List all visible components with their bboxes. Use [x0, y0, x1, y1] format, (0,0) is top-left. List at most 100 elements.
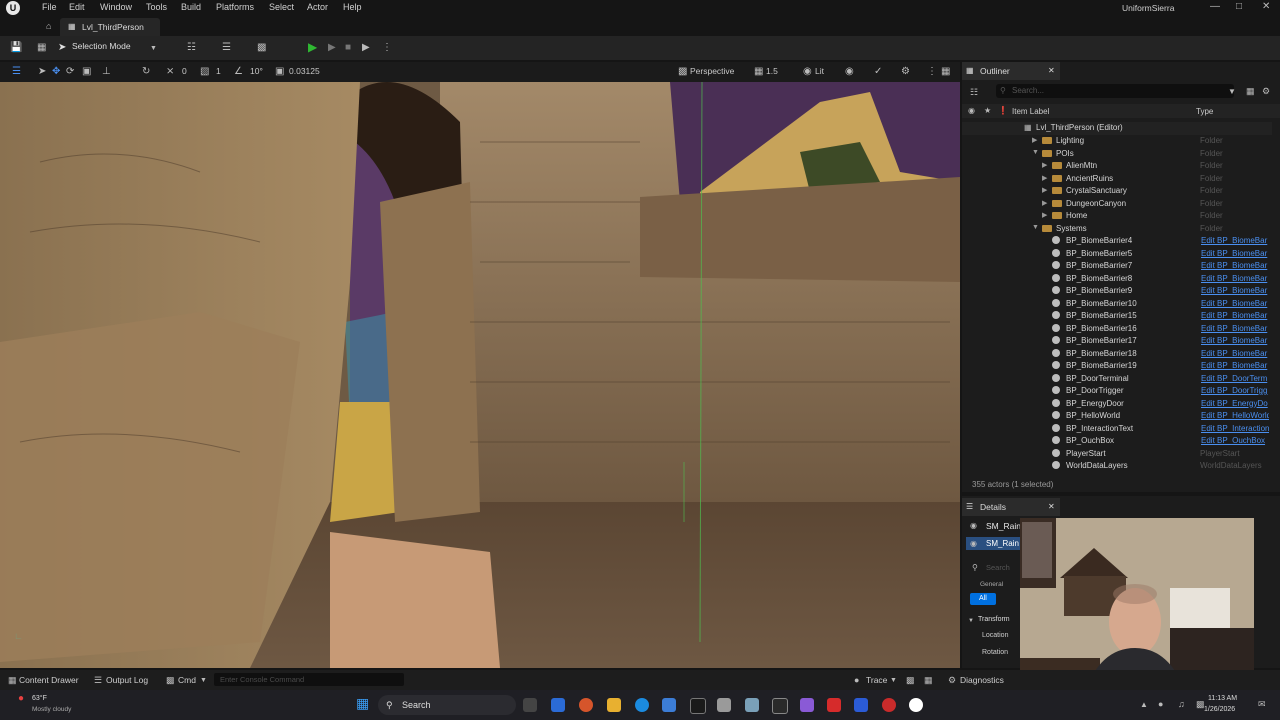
tool-icon[interactable] [717, 698, 731, 712]
scale-icon[interactable]: ▣ [82, 66, 91, 78]
derived-data-icon[interactable]: ▩ [906, 674, 915, 686]
console-command-input[interactable]: Enter Console Command [214, 673, 404, 686]
add-folder-icon[interactable]: ▦ [1246, 85, 1255, 97]
home-icon[interactable]: ⌂ [46, 20, 51, 32]
expand-right-icon[interactable]: ▶ [1042, 161, 1047, 169]
rotate-icon[interactable]: ⟳ [66, 66, 74, 78]
edit-blueprint-link[interactable]: Edit BP_EnergyDo [1201, 399, 1269, 408]
chrome-icon[interactable] [579, 698, 593, 712]
outliner-row[interactable]: ▼ Systems Folder [962, 223, 1272, 236]
layer-icon[interactable]: ▧ [200, 66, 209, 78]
show-icon[interactable]: ◉ [845, 66, 854, 78]
outliner-row[interactable]: ▶ AlienMtn Folder [962, 160, 1272, 173]
revision-control-icon[interactable]: ▦ [924, 674, 933, 686]
outliner-settings-icon[interactable]: ⚙ [1262, 85, 1270, 97]
viewport-more-icon[interactable]: ⋮ [927, 66, 937, 78]
clock-time[interactable]: 11:13 AM [1208, 695, 1237, 702]
menu-platforms[interactable]: Platforms [216, 2, 254, 12]
edit-blueprint-link[interactable]: Edit BP_BiomeBar [1201, 286, 1269, 295]
outliner-search-input[interactable]: ⚲ Search... [996, 84, 1234, 98]
outliner-row[interactable]: ▶ Lighting Folder [962, 135, 1272, 148]
content-browser-icon[interactable]: ▦ [37, 42, 46, 54]
angle-snap-icon[interactable]: ∠ [234, 66, 243, 78]
close-window-icon[interactable]: ✕ [1262, 1, 1270, 12]
select-tool-icon[interactable]: ➤ [38, 66, 46, 78]
category-all-button[interactable]: All [970, 593, 996, 605]
chevron-down-icon[interactable]: ▼ [1228, 86, 1236, 98]
expand-down-icon[interactable]: ▼ [1032, 224, 1039, 231]
outliner-row[interactable]: WorldDataLayers WorldDataLayers [962, 460, 1272, 473]
menu-file[interactable]: File [42, 2, 57, 12]
weather-icon[interactable]: ● [18, 693, 24, 705]
chevron-down-icon[interactable]: ▼ [968, 615, 974, 627]
play-icon[interactable]: ▶ [308, 41, 317, 53]
more-options-icon[interactable]: ⋮ [382, 42, 392, 54]
outliner-row[interactable]: BP_BiomeBarrier5 Edit BP_BiomeBar [962, 248, 1272, 261]
section-transform[interactable]: Transform [978, 616, 1010, 623]
tray-chevron-icon[interactable]: ▲ [1140, 699, 1148, 711]
level-viewport[interactable]: ∟ [0, 82, 960, 668]
notifications-icon[interactable]: ✉ [1258, 698, 1266, 710]
outliner-tab[interactable]: ▦ Outliner ✕ [962, 62, 1060, 80]
outliner-row[interactable]: BP_EnergyDoor Edit BP_EnergyDo [962, 398, 1272, 411]
edit-blueprint-link[interactable]: Edit BP_OuchBox [1201, 436, 1269, 445]
menu-help[interactable]: Help [343, 2, 362, 12]
edit-blueprint-link[interactable]: Edit BP_BiomeBar [1201, 324, 1269, 333]
outliner-row[interactable]: BP_BiomeBarrier19 Edit BP_BiomeBar [962, 360, 1272, 373]
menu-select[interactable]: Select [269, 2, 294, 12]
steam-alt-icon[interactable] [772, 698, 788, 714]
expand-down-icon[interactable]: ▼ [1032, 149, 1039, 156]
expand-right-icon[interactable]: ▶ [1042, 174, 1047, 182]
stop-icon[interactable]: ■ [345, 42, 351, 54]
edit-blueprint-link[interactable]: Edit BP_HelloWorld [1201, 411, 1269, 420]
lit-dropdown[interactable]: Lit [815, 66, 824, 76]
edge-icon[interactable] [635, 698, 649, 712]
outliner-row[interactable]: BP_BiomeBarrier7 Edit BP_BiomeBar [962, 260, 1272, 273]
app-icon[interactable] [662, 698, 676, 712]
outliner-row[interactable]: BP_BiomeBarrier16 Edit BP_BiomeBar [962, 323, 1272, 336]
diagnostics-button[interactable]: Diagnostics [960, 675, 1004, 685]
viewport-options-icon[interactable]: ☰ [12, 66, 21, 78]
outliner-row[interactable]: BP_DoorTrigger Edit BP_DoorTrigg [962, 385, 1272, 398]
outliner-row[interactable]: BP_HelloWorld Edit BP_HelloWorld [962, 410, 1272, 423]
expand-right-icon[interactable]: ▶ [1042, 211, 1047, 219]
output-log-button[interactable]: Output Log [106, 675, 148, 685]
close-tab-icon[interactable]: ✕ [1048, 501, 1055, 513]
outliner-row[interactable]: BP_BiomeBarrier17 Edit BP_BiomeBar [962, 335, 1272, 348]
expand-right-icon[interactable]: ▶ [1042, 199, 1047, 207]
minimize-icon[interactable]: — [1210, 1, 1220, 12]
settings-gear-icon[interactable]: ⚙ [901, 66, 910, 78]
details-search-input[interactable]: Search [986, 563, 1010, 572]
menu-edit[interactable]: Edit [69, 2, 85, 12]
media-icon[interactable] [800, 698, 814, 712]
star-icon[interactable]: ★ [984, 105, 991, 117]
store-icon[interactable] [551, 698, 565, 712]
content-drawer-button[interactable]: Content Drawer [19, 675, 79, 685]
outliner-row[interactable]: PlayerStart PlayerStart [962, 448, 1272, 461]
outliner-root-row[interactable]: ▦ Lvl_ThirdPerson (Editor) [962, 122, 1272, 135]
edit-blueprint-link[interactable]: Edit BP_BiomeBar [1201, 236, 1269, 245]
outliner-row[interactable]: BP_DoorTerminal Edit BP_DoorTerm [962, 373, 1272, 386]
edit-blueprint-link[interactable]: Edit BP_BiomeBar [1201, 249, 1269, 258]
unreal-taskbar-icon[interactable] [909, 698, 923, 712]
clock-date[interactable]: 1/26/2026 [1204, 706, 1235, 713]
world-local-icon[interactable]: ↻ [142, 66, 150, 78]
edit-blueprint-link[interactable]: Edit BP_DoorTerm [1201, 374, 1269, 383]
edit-blueprint-link[interactable]: Edit BP_BiomeBar [1201, 311, 1269, 320]
translate-icon[interactable]: ✥ [52, 66, 60, 78]
outliner-row[interactable]: ▼ POIs Folder [962, 148, 1272, 161]
layout-icon[interactable]: ▦ [941, 66, 950, 78]
menu-window[interactable]: Window [100, 2, 132, 12]
outliner-row[interactable]: BP_InteractionText Edit BP_Interaction [962, 423, 1272, 436]
user-name[interactable]: UniformSierra [1122, 3, 1174, 13]
outliner-row[interactable]: BP_OuchBox Edit BP_OuchBox [962, 435, 1272, 448]
obs-icon[interactable] [882, 698, 896, 712]
outliner-row[interactable]: BP_BiomeBarrier10 Edit BP_BiomeBar [962, 298, 1272, 311]
outliner-row[interactable]: ▶ CrystalSanctuary Folder [962, 185, 1272, 198]
maximize-icon[interactable]: □ [1236, 1, 1242, 12]
save-icon[interactable]: 💾 [10, 42, 22, 54]
selection-mode-dropdown[interactable]: Selection Mode [72, 41, 131, 51]
column-item-label[interactable]: Item Label [1012, 107, 1049, 116]
tab-level[interactable]: ▦ Lvl_ThirdPerson [60, 18, 160, 36]
details-actor-name[interactable]: SM_Rain [986, 521, 1021, 531]
